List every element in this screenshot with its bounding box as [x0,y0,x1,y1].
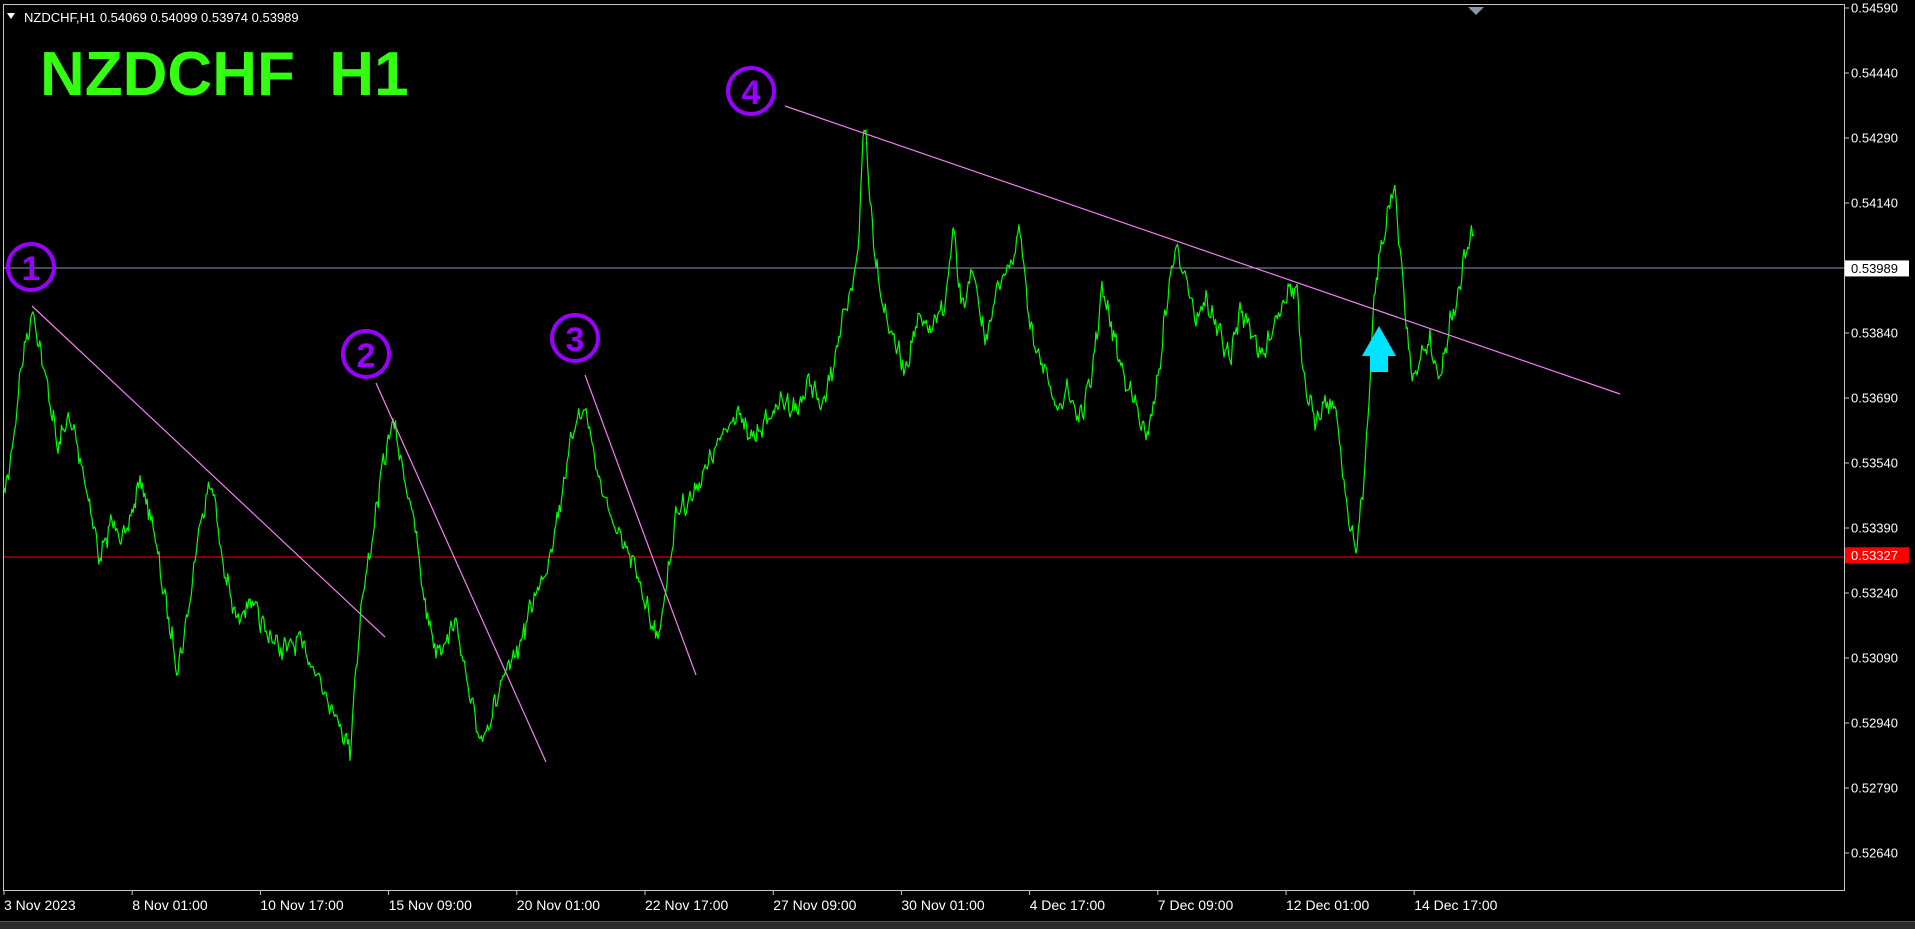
support-price-label: 0.53327 [1851,548,1898,563]
current-price-label: 0.53989 [1851,261,1898,276]
price-tick-label: 0.53090 [1851,651,1898,666]
time-tick-label: 27 Nov 09:00 [773,897,856,913]
time-tick-label: 22 Nov 17:00 [645,897,728,913]
price-tick-label: 0.53240 [1851,586,1898,601]
price-tick-label: 0.54140 [1851,196,1898,211]
marker-3-label: 3 [566,321,585,359]
time-tick-label: 10 Nov 17:00 [260,897,343,913]
price-chart[interactable]: 1 2 3 4 NZDCHF,H1 0.54069 0.54099 0.5397… [0,0,1915,928]
time-tick-label: 3 Nov 2023 [4,897,76,913]
time-tick-label: 14 Dec 17:00 [1414,897,1497,913]
price-tick-label: 0.52640 [1851,846,1898,861]
price-tick-label: 0.53840 [1851,326,1898,341]
marker-1-label: 1 [22,250,41,288]
marker-4-label: 4 [742,74,761,112]
time-tick-label: 20 Nov 01:00 [517,897,600,913]
time-tick-label: 7 Dec 09:00 [1158,897,1234,913]
chart-background [0,0,1915,928]
time-tick-label: 4 Dec 17:00 [1030,897,1106,913]
price-tick-label: 0.52790 [1851,781,1898,796]
price-tick-label: 0.54290 [1851,131,1898,146]
time-tick-label: 30 Nov 01:00 [901,897,984,913]
symbol-info: NZDCHF,H1 0.54069 0.54099 0.53974 0.5398… [24,10,299,25]
time-tick-label: 12 Dec 01:00 [1286,897,1369,913]
price-tick-label: 0.54440 [1851,66,1898,81]
price-tick-label: 0.53540 [1851,456,1898,471]
marker-2-label: 2 [357,337,376,375]
price-tick-label: 0.54590 [1851,1,1898,16]
price-tick-label: 0.53690 [1851,391,1898,406]
time-tick-label: 8 Nov 01:00 [132,897,208,913]
price-tick-label: 0.52940 [1851,716,1898,731]
time-tick-label: 15 Nov 09:00 [389,897,472,913]
price-tick-label: 0.53390 [1851,521,1898,536]
chart-big-title: NZDCHF H1 [40,40,409,109]
